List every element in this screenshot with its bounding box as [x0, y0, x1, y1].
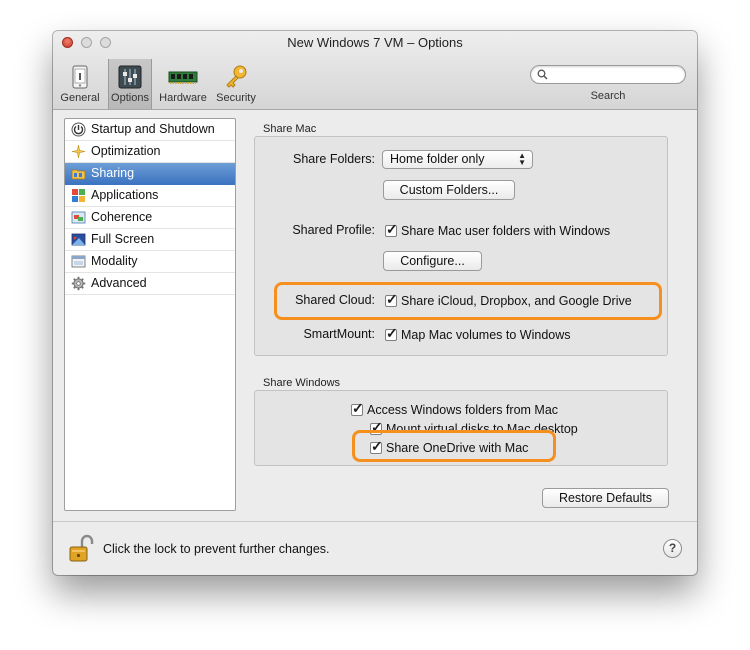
- search-label: Search: [590, 90, 626, 102]
- applications-icon: [72, 189, 85, 202]
- sidebar-item-label: Sharing: [91, 166, 135, 180]
- toolbar-options-label: Options: [111, 92, 149, 104]
- sidebar-item-label: Applications: [91, 188, 159, 202]
- smartmount-checkbox-row[interactable]: ✓ Map Mac volumes to Windows: [385, 325, 571, 343]
- sidebar-item-startup-and-shutdown[interactable]: Startup and Shutdown: [65, 119, 235, 141]
- sidebar-item-optimization[interactable]: Optimization: [65, 141, 235, 163]
- share-windows-section-label: Share Windows: [263, 377, 341, 389]
- sidebar-item-applications[interactable]: Applications: [65, 185, 235, 207]
- sidebar-item-label: Advanced: [91, 276, 147, 290]
- unlocked-padlock-icon[interactable]: [68, 533, 94, 563]
- smartmount-label: SmartMount:: [303, 327, 375, 341]
- options-window: New Windows 7 VM – Options General Optio…: [53, 31, 697, 575]
- lock-message: Click the lock to prevent further change…: [103, 542, 330, 556]
- options-sidebar: Startup and Shutdown Optimization Sharin…: [64, 118, 236, 511]
- toolbar-security[interactable]: Security: [213, 59, 259, 109]
- toolbar-general-label: General: [60, 92, 100, 104]
- sidebar-item-label: Modality: [91, 254, 138, 268]
- restore-defaults-button[interactable]: Restore Defaults: [542, 488, 669, 508]
- toolbar-hardware[interactable]: Hardware: [157, 59, 209, 109]
- shared-profile-checkbox-row[interactable]: ✓ Share Mac user folders with Windows: [385, 221, 611, 239]
- sidebar-item-coherence[interactable]: Coherence: [65, 207, 235, 229]
- sidebar-item-advanced[interactable]: Advanced: [65, 273, 235, 295]
- bottom-separator: [53, 521, 697, 522]
- search-input[interactable]: [551, 67, 679, 82]
- sidebar-item-label: Full Screen: [91, 232, 155, 246]
- sidebar-item-sharing[interactable]: Sharing: [65, 163, 235, 185]
- popup-arrows-icon: ▲ ▼: [518, 151, 526, 167]
- sidebar-item-modality[interactable]: Modality: [65, 251, 235, 273]
- phone-device-icon: [72, 65, 88, 89]
- sidebar-item-full-screen[interactable]: Full Screen: [65, 229, 235, 251]
- sidebar-item-label: Startup and Shutdown: [91, 122, 215, 136]
- shared-profile-checkbox-label: Share Mac user folders with Windows: [401, 224, 611, 238]
- sidebar-item-label: Coherence: [91, 210, 153, 224]
- power-icon: [71, 122, 86, 137]
- checkmark-icon: ✓: [386, 221, 398, 237]
- search-field[interactable]: [530, 65, 686, 84]
- access-windows-folders-label: Access Windows folders from Mac: [367, 403, 559, 417]
- shared-profile-checkbox[interactable]: ✓: [385, 221, 398, 237]
- key-icon: [226, 65, 247, 88]
- share-folders-value: Home folder only: [390, 152, 485, 166]
- sharing-folder-icon: [71, 169, 86, 180]
- window-title: New Windows 7 VM – Options: [287, 35, 463, 50]
- toolbar-options[interactable]: Options: [108, 59, 152, 109]
- sidebar-item-label: Optimization: [91, 144, 161, 158]
- memory-chip-icon: [168, 71, 198, 84]
- configure-button[interactable]: Configure...: [383, 251, 482, 271]
- smartmount-checkbox[interactable]: ✓: [385, 325, 398, 341]
- access-windows-folders-checkbox[interactable]: ✓: [351, 400, 364, 416]
- sliders-icon: [118, 65, 142, 89]
- smartmount-checkbox-label: Map Mac volumes to Windows: [401, 328, 571, 342]
- shared-cloud-highlight: [274, 282, 662, 320]
- title-bar: New Windows 7 VM – Options General Optio…: [53, 31, 697, 110]
- toolbar-hardware-label: Hardware: [159, 92, 207, 104]
- coherence-icon: [71, 211, 86, 224]
- shared-profile-label: Shared Profile:: [292, 223, 375, 237]
- access-windows-folders-row[interactable]: ✓ Access Windows folders from Mac: [351, 400, 559, 418]
- modality-icon: [71, 255, 86, 268]
- share-mac-group: [254, 136, 668, 356]
- custom-folders-button[interactable]: Custom Folders...: [383, 180, 515, 200]
- share-folders-label: Share Folders:: [293, 152, 375, 166]
- checkmark-icon: ✓: [352, 400, 364, 416]
- sparkle-icon: [71, 144, 86, 159]
- toolbar-general[interactable]: General: [58, 59, 102, 109]
- share-folders-popup[interactable]: Home folder only ▲ ▼: [382, 150, 533, 169]
- onedrive-highlight: [352, 430, 556, 462]
- toolbar-security-label: Security: [216, 92, 256, 104]
- share-mac-section-label: Share Mac: [263, 123, 317, 135]
- gear-icon: [71, 276, 86, 291]
- checkmark-icon: ✓: [386, 325, 398, 341]
- search-icon: [537, 69, 548, 80]
- help-button[interactable]: ?: [663, 539, 682, 558]
- full-screen-icon: [71, 233, 86, 246]
